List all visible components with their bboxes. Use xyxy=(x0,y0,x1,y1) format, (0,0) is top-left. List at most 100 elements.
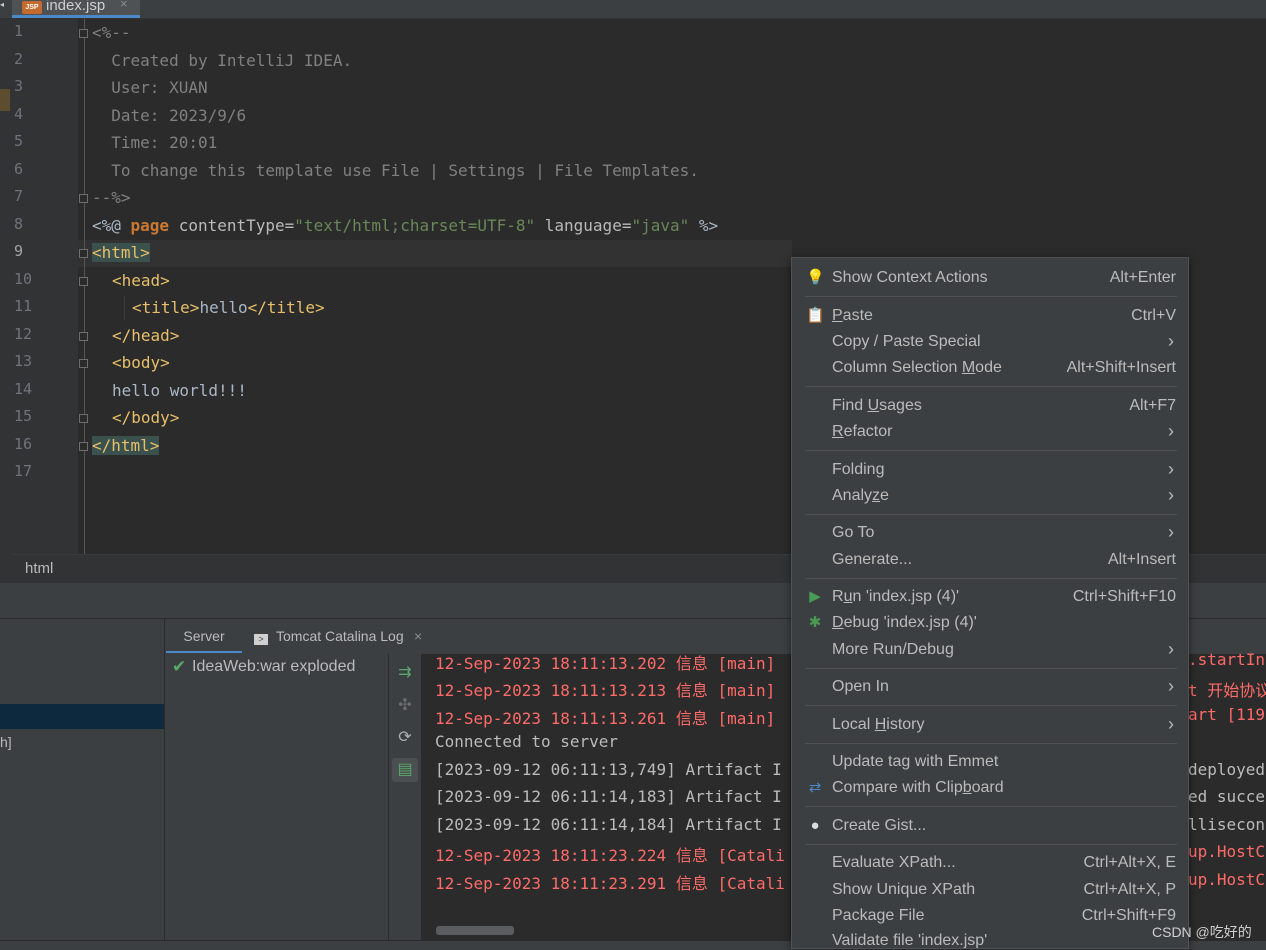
left-tool-stripe xyxy=(0,19,12,619)
menu-item-find-usages[interactable]: Find Usages Alt+F7 xyxy=(792,393,1188,419)
deploy-all-icon[interactable]: ⇉ xyxy=(392,661,418,685)
line-number: 1 xyxy=(14,22,24,40)
horizontal-scrollbar[interactable] xyxy=(436,926,514,935)
menu-item-debug[interactable]: ✱ Debug 'index.jsp (4)' xyxy=(792,610,1188,636)
menu-item-more-run-debug[interactable]: More Run/Debug › xyxy=(792,637,1188,663)
menu-item-paste[interactable]: 📋 Paste Ctrl+V xyxy=(792,303,1188,329)
menu-separator xyxy=(805,386,1177,387)
run-icon: ▶ xyxy=(809,588,821,605)
line-number: 2 xyxy=(14,50,24,68)
title-close-tag: </title> xyxy=(247,298,325,317)
fold-marker[interactable] xyxy=(79,249,88,258)
menu-item-label: Analyze xyxy=(832,487,889,504)
tab-close-icon[interactable]: × xyxy=(120,0,128,11)
deployment-item[interactable]: IdeaWeb:war exploded xyxy=(192,658,355,676)
tab-label: Tomcat Catalina Log xyxy=(276,628,404,644)
log-line-tail: t 开始协议 xyxy=(1188,681,1266,700)
menu-item-validate-file[interactable]: Validate file 'index.jsp' xyxy=(792,928,1188,948)
menu-item-label: Run 'index.jsp (4)' xyxy=(832,588,960,605)
menu-item-show-context-actions[interactable]: 💡 Show Context Actions Alt+Enter xyxy=(792,265,1188,291)
line-number: 11 xyxy=(14,297,33,315)
menu-item-label: Go To xyxy=(832,524,875,541)
menu-item-compare-clipboard[interactable]: ⇄ Compare with Clipboard xyxy=(792,775,1188,801)
menu-item-show-unique-xpath[interactable]: Show Unique XPath Ctrl+Alt+X, P xyxy=(792,877,1188,903)
fold-marker[interactable] xyxy=(79,194,88,203)
menu-item-open-in[interactable]: Open In › xyxy=(792,674,1188,700)
tab-bar-left-arrow[interactable]: ◂ xyxy=(0,0,8,9)
fold-guide-line xyxy=(84,19,85,554)
line-number: 4 xyxy=(14,105,24,123)
menu-item-refactor[interactable]: Refactor › xyxy=(792,419,1188,445)
menu-item-shortcut: Alt+Shift+Insert xyxy=(1066,359,1176,376)
clipboard-icon: 📋 xyxy=(806,307,825,324)
submenu-arrow-icon: › xyxy=(1168,459,1174,479)
line-number: 14 xyxy=(14,380,33,398)
menu-item-column-selection-mode[interactable]: Column Selection Mode Alt+Shift+Insert xyxy=(792,355,1188,381)
code-line: </head> xyxy=(112,325,179,347)
line-number: 15 xyxy=(14,407,33,425)
tab-index-jsp[interactable]: JSP index.jsp × xyxy=(12,0,140,18)
code-line: --%> xyxy=(92,188,131,207)
deployment-tree xyxy=(166,654,389,949)
tab-close-icon[interactable]: × xyxy=(414,618,422,655)
tab-server[interactable]: Server xyxy=(166,618,242,653)
menu-item-create-gist[interactable]: ● Create Gist... xyxy=(792,813,1188,839)
submenu-arrow-icon: › xyxy=(1168,485,1174,505)
update-resources-icon[interactable]: ▤ xyxy=(392,758,418,782)
breadcrumb-item-html[interactable]: html xyxy=(25,560,53,577)
submenu-arrow-icon: › xyxy=(1168,331,1174,351)
menu-separator xyxy=(805,514,1177,515)
directive-attr: language= xyxy=(535,216,632,235)
fold-marker[interactable] xyxy=(79,332,88,341)
bulb-icon: 💡 xyxy=(806,269,825,286)
menu-item-label: Find Usages xyxy=(832,397,922,414)
menu-item-label: Compare with Clipboard xyxy=(832,779,1004,796)
menu-item-copy-paste-special[interactable]: Copy / Paste Special › xyxy=(792,329,1188,355)
menu-item-label: Column Selection Mode xyxy=(832,359,1002,376)
menu-item-generate[interactable]: Generate... Alt+Insert xyxy=(792,547,1188,573)
line-number: 3 xyxy=(14,77,24,95)
code-line: </body> xyxy=(112,407,179,429)
directive-keyword: page xyxy=(130,216,170,235)
menu-item-package-file[interactable]: Package File Ctrl+Shift+F9 xyxy=(792,903,1188,929)
menu-item-go-to[interactable]: Go To › xyxy=(792,520,1188,546)
menu-item-label: Local History xyxy=(832,716,925,733)
menu-item-update-tag-emmet[interactable]: Update tag with Emmet xyxy=(792,749,1188,775)
refresh-icon[interactable]: ⟳ xyxy=(392,726,418,750)
line-number: 5 xyxy=(14,132,24,150)
jsp-file-icon: JSP xyxy=(22,1,42,14)
line-number: 8 xyxy=(14,215,24,233)
log-line: [2023-09-12 06:11:13,749] Artifact I xyxy=(435,760,782,779)
line-number: 13 xyxy=(14,352,33,370)
fold-marker[interactable] xyxy=(79,414,88,423)
indent-guide xyxy=(124,296,125,320)
menu-separator xyxy=(805,668,1177,669)
menu-item-evaluate-xpath[interactable]: Evaluate XPath... Ctrl+Alt+X, E xyxy=(792,850,1188,876)
directive-value: "text/html;charset=UTF-8" xyxy=(294,216,536,235)
menu-item-run[interactable]: ▶ Run 'index.jsp (4)' Ctrl+Shift+F10 xyxy=(792,584,1188,610)
left-stripe-marker xyxy=(0,89,10,111)
menu-item-folding[interactable]: Folding › xyxy=(792,457,1188,483)
services-selected-row[interactable] xyxy=(0,704,164,729)
menu-separator xyxy=(805,296,1177,297)
menu-item-local-history[interactable]: Local History › xyxy=(792,712,1188,738)
menu-item-label: Update tag with Emmet xyxy=(832,753,999,770)
menu-item-analyze[interactable]: Analyze › xyxy=(792,483,1188,509)
undeploy-icon[interactable]: ✣ xyxy=(392,694,418,718)
editor-tab-bar: ◂ JSP index.jsp × xyxy=(0,0,1266,19)
log-line-tail: deployed xyxy=(1188,760,1266,779)
line-number: 12 xyxy=(14,325,33,343)
fold-marker[interactable] xyxy=(79,277,88,286)
code-line: Date: 2023/9/6 xyxy=(92,106,247,125)
menu-separator xyxy=(805,844,1177,845)
services-tree-panel xyxy=(0,653,165,949)
fold-marker[interactable] xyxy=(79,359,88,368)
code-line: To change this template use File | Setti… xyxy=(92,161,699,180)
tab-tomcat-catalina-log[interactable]: > Tomcat Catalina Log xyxy=(254,618,404,653)
menu-separator xyxy=(805,578,1177,579)
body-open-tag: <body> xyxy=(112,353,170,372)
head-close-tag: </head> xyxy=(112,326,180,345)
directive-attr: contentType= xyxy=(169,216,295,235)
fold-marker[interactable] xyxy=(79,442,88,451)
fold-marker[interactable] xyxy=(79,29,88,38)
